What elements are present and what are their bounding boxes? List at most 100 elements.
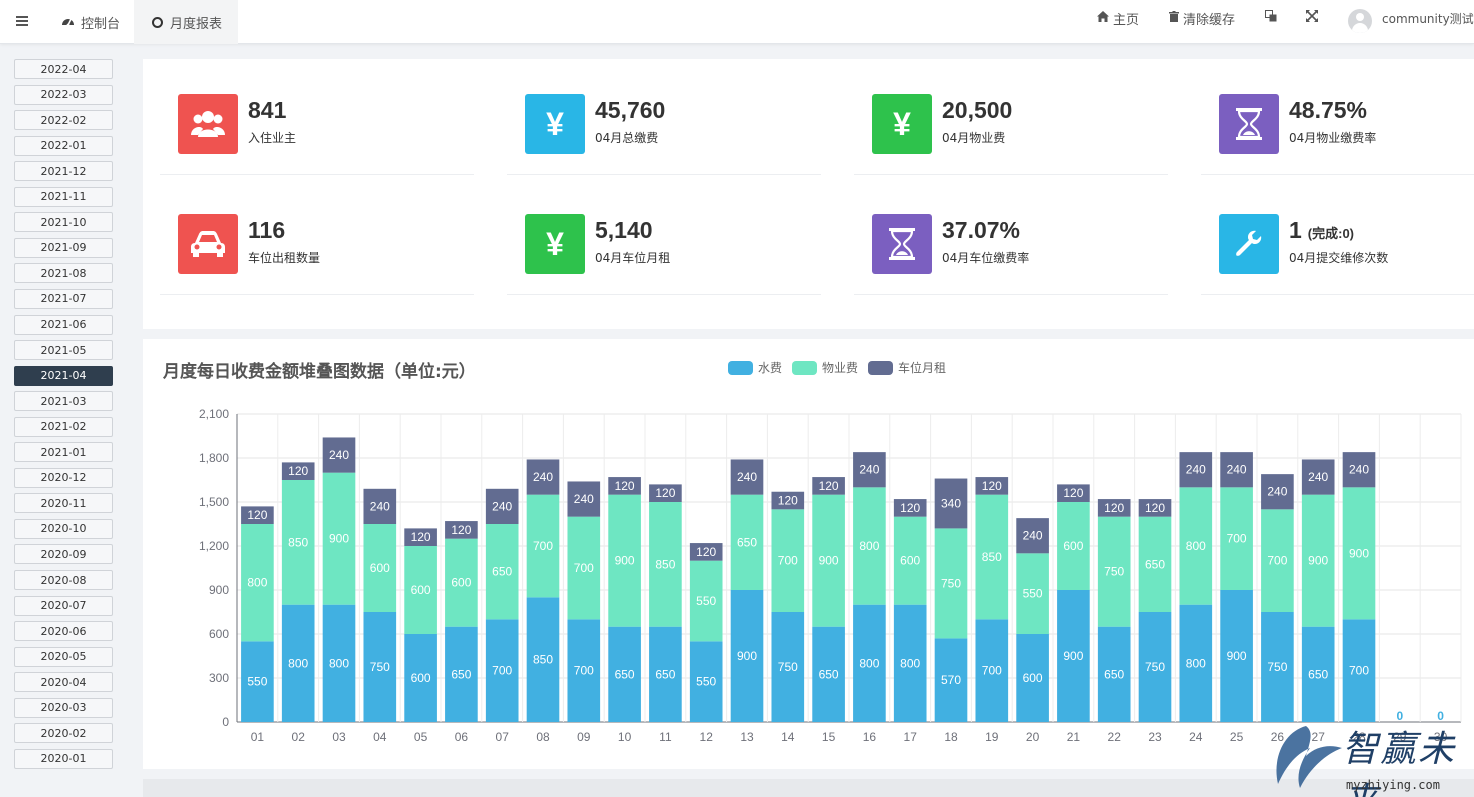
y-tick-label: 900 [209,583,229,597]
bar-value-label: 900 [329,532,349,546]
month-button[interactable]: 2021-12 [14,161,113,182]
bar-value-label: 650 [1308,667,1328,681]
month-button[interactable]: 2022-02 [14,110,113,131]
x-tick-label: 04 [373,730,387,744]
stat-card: 37.07% 04月车位缴费率 [854,179,1168,295]
bar-value-label: 120 [696,545,716,559]
month-button[interactable]: 2020-05 [14,646,113,667]
stat-value: 1 (完成:0) [1289,217,1355,243]
x-tick-label: 23 [1148,730,1162,744]
bar-value-label: 600 [411,671,431,685]
tab-monthly-report[interactable]: 月度报表 [134,0,238,44]
month-button[interactable]: 2020-02 [14,723,113,744]
month-button[interactable]: 2021-06 [14,314,113,335]
tab-dashboard[interactable]: 控制台 [48,0,134,44]
month-button[interactable]: 2022-01 [14,135,113,156]
x-tick-label: 07 [496,730,510,744]
fullscreen-button[interactable] [1306,0,1318,36]
stat-value: 841 [248,97,287,123]
month-button[interactable]: 2020-08 [14,570,113,590]
bar-value-label: 800 [1186,656,1206,670]
trash-icon [1169,11,1179,25]
stat-card: ¥20,500 04月物业费 [854,59,1168,175]
home-link[interactable]: 主页 [1097,0,1139,36]
bar-value-label: 850 [533,653,553,667]
x-tick-label: 06 [455,730,469,744]
month-button[interactable]: 2020-03 [14,697,113,718]
month-button[interactable]: 2020-01 [14,748,113,769]
bar-value-label: 800 [900,656,920,670]
bar-value-label: 600 [370,561,390,575]
clear-cache-button[interactable]: 清除缓存 [1169,0,1235,36]
avatar[interactable] [1348,9,1372,33]
bar-value-label: 900 [1308,554,1328,568]
y-tick-label: 1,200 [199,539,229,553]
bar-value-label: 600 [411,583,431,597]
menu-toggle-icon[interactable] [8,6,36,36]
stat-value: 48.75% [1289,97,1368,123]
car-icon [178,214,238,274]
x-tick-label: 13 [740,730,754,744]
wrench-icon [1219,214,1279,274]
watermark: 智赢未来 myzhiying.com [1270,718,1470,797]
stats-panel: 841 入住业主 ¥45,760 04月总缴费 ¥20,500 04月物业费 48.75% 0… [143,59,1474,329]
bar-value-label: 900 [737,649,757,663]
bar-value-label: 750 [1145,660,1165,674]
bar-value-label: 600 [900,554,920,568]
stat-label: 04月车位月租 [595,251,671,265]
username[interactable]: community测试账 [1382,0,1474,36]
bar-value-label: 650 [737,535,757,549]
month-button[interactable]: 2021-09 [14,237,113,258]
month-button[interactable]: 2020-04 [14,672,113,693]
x-tick-label: 08 [536,730,550,744]
month-button[interactable]: 2020-06 [14,621,113,642]
bar-value-label: 700 [1267,554,1287,568]
month-button[interactable]: 2022-04 [14,59,113,79]
bar-value-label: 240 [1308,470,1328,484]
bar-value-label: 800 [247,576,267,590]
month-button[interactable]: 2021-10 [14,212,113,233]
legend-swatch [728,360,753,375]
month-button[interactable]: 2021-07 [14,288,113,309]
month-button[interactable]: 2021-01 [14,442,113,463]
bar-value-label: 240 [1227,463,1247,477]
legend-item[interactable]: 物业费 [792,359,858,376]
bar-value-label: 120 [982,479,1002,493]
stat-label: 入住业主 [248,131,297,145]
bar-value-label: 240 [1023,529,1043,543]
bar-value-label: 700 [778,554,798,568]
month-button[interactable]: 2021-02 [14,416,113,437]
month-button[interactable]: 2022-03 [14,84,113,105]
legend-item[interactable]: 车位月租 [868,359,946,376]
stat-value: 45,760 [595,97,666,123]
month-button[interactable]: 2021-03 [14,391,113,412]
bar-value-label: 240 [1186,463,1206,477]
month-button[interactable]: 2021-08 [14,263,113,284]
bar-value-label: 650 [492,565,512,579]
month-button[interactable]: 2021-11 [14,186,113,207]
x-tick-label: 18 [944,730,958,744]
y-tick-label: 1,500 [199,495,229,509]
bar-value-label: 700 [1227,532,1247,546]
month-button[interactable]: 2020-11 [14,493,113,514]
stacked-bar-chart: 0 300 600 900 1,200 1,500 1,800 2,100 550 800 120 0… [199,407,1462,744]
month-button[interactable]: 2021-04 [14,365,113,386]
bar-value-label: 120 [451,523,471,537]
bar-value-label: 120 [819,479,839,493]
legend-item[interactable]: 水费 [728,359,782,376]
bar-value-label: 850 [655,557,675,571]
top-navbar: 控制台 月度报表 主页 清除缓存 community测试账 [0,0,1474,44]
month-button[interactable]: 2020-07 [14,595,113,616]
bar-value-label: 120 [1063,486,1083,500]
month-button[interactable]: 2021-05 [14,340,113,361]
month-button[interactable]: 2020-09 [14,544,113,565]
clear-cache-label: 清除缓存 [1183,12,1236,28]
month-button[interactable]: 2020-10 [14,518,113,539]
bar-value-label: 650 [819,667,839,681]
stat-value: 37.07% [942,217,1021,243]
month-button[interactable]: 2020-12 [14,467,113,488]
chart-title: 月度每日收费金额堆叠图数据（单位:元） [163,362,476,382]
translate-button[interactable] [1265,0,1277,36]
bar-value-label: 600 [1063,539,1083,553]
bar-value-label: 650 [1104,667,1124,681]
